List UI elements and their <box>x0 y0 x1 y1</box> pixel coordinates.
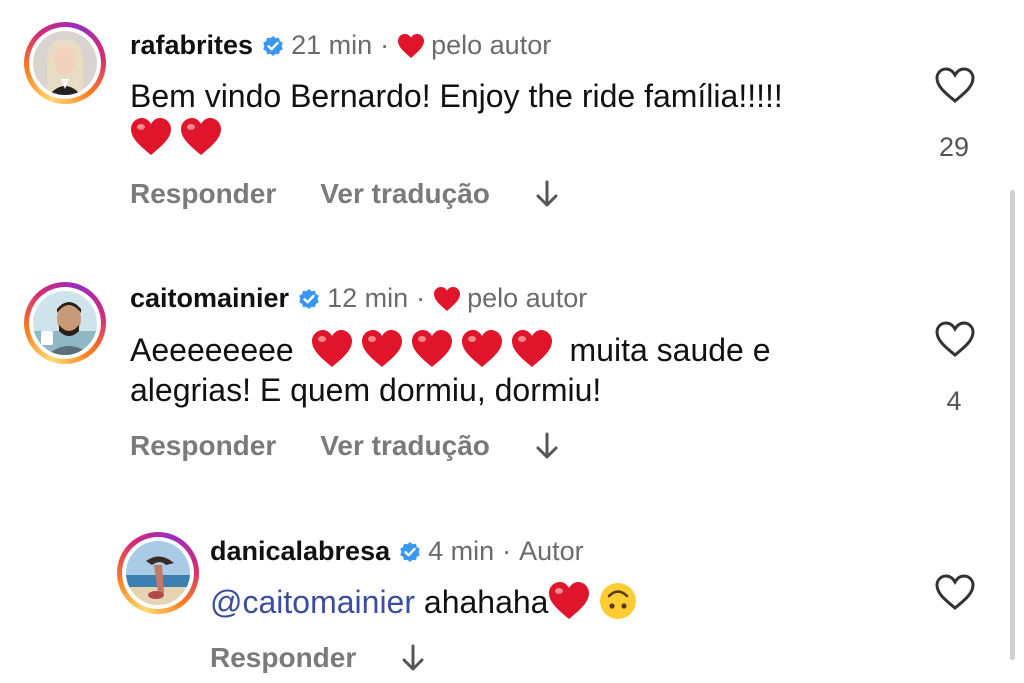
author-liked-label: pelo autor <box>431 30 552 60</box>
heart-emoji <box>361 330 402 367</box>
author-liked-label: pelo autor <box>467 283 588 313</box>
heart-emoji <box>311 330 352 367</box>
author-label: Autor <box>519 536 584 566</box>
mention-link[interactable]: @caitomainier <box>210 584 415 620</box>
avatar-photo <box>126 541 190 605</box>
down-arrow-icon[interactable] <box>534 179 560 209</box>
down-arrow-icon[interactable] <box>400 643 426 673</box>
translate-button[interactable]: Ver tradução <box>320 178 490 210</box>
scrollbar[interactable] <box>1010 190 1015 660</box>
heart-emoji <box>511 330 552 367</box>
timestamp: 21 min <box>291 30 373 60</box>
heart-emoji <box>411 330 452 367</box>
timestamp: 4 min <box>428 536 495 566</box>
avatar[interactable] <box>24 282 106 364</box>
like-outline-icon[interactable] <box>935 320 975 358</box>
heart-emoji <box>131 118 171 155</box>
reply-button[interactable]: Responder <box>130 178 276 210</box>
down-arrow-icon[interactable] <box>534 431 560 461</box>
like-outline-icon[interactable] <box>935 66 975 104</box>
username[interactable]: rafabrites <box>130 30 253 61</box>
verified-badge-icon <box>263 35 283 56</box>
translate-button[interactable]: Ver tradução <box>320 430 490 462</box>
comment-text-line2: alegrias! E quem dormiu, dormiu! <box>130 372 602 408</box>
avatar[interactable] <box>117 532 199 614</box>
avatar[interactable] <box>24 22 106 104</box>
reply-button[interactable]: Responder <box>210 642 356 674</box>
avatar-photo <box>33 31 97 95</box>
heart-emoji <box>461 330 502 367</box>
like-count: 4 <box>946 386 962 416</box>
username[interactable]: danicalabresa <box>210 536 390 567</box>
reply-button[interactable]: Responder <box>130 430 276 462</box>
heart-emoji <box>181 118 221 155</box>
heart-icon <box>398 33 425 58</box>
verified-badge-icon <box>400 541 420 562</box>
username[interactable]: caitomainier <box>130 283 289 314</box>
heart-icon <box>434 286 461 311</box>
comment-text: @caitomainier ahahaha <box>210 576 638 628</box>
timestamp: 12 min <box>327 283 409 313</box>
heart-emoji <box>549 582 590 619</box>
like-outline-icon[interactable] <box>935 573 975 611</box>
upside-down-face-emoji <box>600 583 637 619</box>
like-count: 29 <box>938 132 970 162</box>
verified-badge-icon <box>299 288 319 309</box>
avatar-photo <box>33 291 97 355</box>
